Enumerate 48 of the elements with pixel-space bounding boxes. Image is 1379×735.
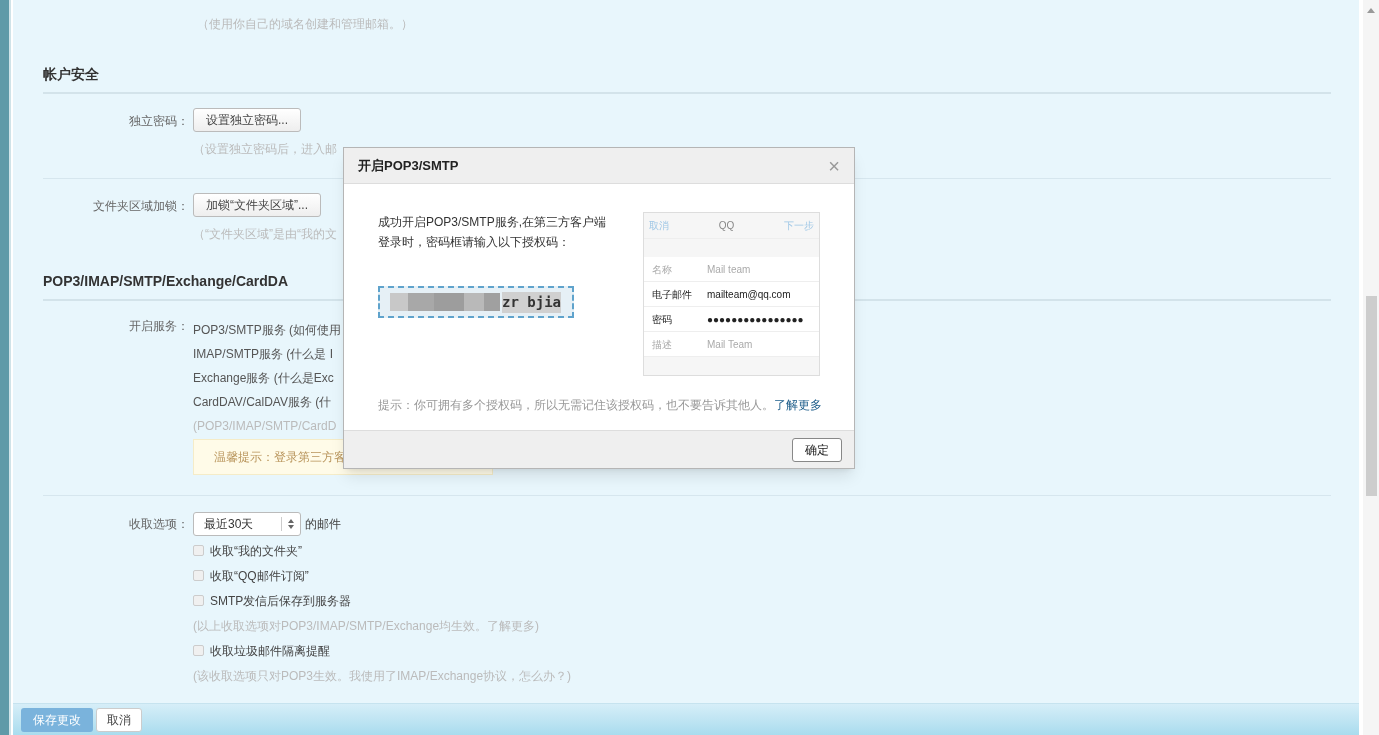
service-option: CardDAV/CalDAV服务 (什 <box>193 395 332 409</box>
preview-label: 电子邮件 <box>652 287 693 302</box>
settings-button[interactable]: 加锁“文件夹区域”... <box>193 193 321 217</box>
service-option: POP3/SMTP服务 (如何使用 <box>193 323 341 337</box>
dialog-tip: 提示：你可拥有多个授权码，所以无需记住该授权码，也不要告诉其他人。了解更多 <box>378 397 820 414</box>
ok-button[interactable]: 确定 <box>792 437 842 462</box>
hint-text: (该收取选项只对POP3生效。我使用了IMAP/Exchange协议，怎么办？) <box>193 667 572 685</box>
checkbox[interactable] <box>193 645 204 656</box>
select-suffix: 的邮件 <box>305 516 341 533</box>
dialog-title: 开启POP3/SMTP <box>358 156 460 175</box>
updown-icon <box>287 518 295 530</box>
checkbox-label: 收取“我的文件夹” <box>210 542 302 560</box>
checkbox[interactable] <box>193 595 204 606</box>
preview-cancel: 取消 <box>649 219 669 233</box>
field-label: 独立密码： <box>129 114 189 128</box>
code-text: zr bjia <box>502 291 561 313</box>
preview-value: ●●●●●●●●●●●●●●●● <box>707 312 804 327</box>
field-label: 收取选项： <box>129 517 189 531</box>
dialog-message: 成功开启POP3/SMTP服务,在第三方客户端登录时，密码框请输入以下授权码： <box>378 214 608 251</box>
scroll-thumb[interactable] <box>1365 296 1377 496</box>
section-heading: POP3/IMAP/SMTP/Exchange/CardDA <box>43 273 289 289</box>
blurred-code-icon <box>390 293 500 311</box>
preview-value: Mail Team <box>707 337 753 352</box>
settings-button[interactable]: 设置独立密码... <box>193 108 301 132</box>
scrollbar[interactable] <box>1363 0 1379 735</box>
section-heading: 帐户安全 <box>43 66 99 82</box>
preview-value: Mail team <box>707 262 751 277</box>
service-option: IMAP/SMTP服务 (什么是 I <box>193 347 333 361</box>
field-label: 文件夹区域加锁： <box>93 199 189 213</box>
preview-label: 密码 <box>652 312 673 327</box>
checkbox-label: SMTP发信后保存到服务器 <box>210 592 352 610</box>
field-label: 开启服务： <box>129 319 189 333</box>
preview-label: 名称 <box>652 262 673 277</box>
preview-title: QQ <box>718 219 735 233</box>
checkbox[interactable] <box>193 545 204 556</box>
hint-text: （使用你自己的域名创建和管理邮箱。） <box>197 17 413 31</box>
scroll-up-icon[interactable] <box>1367 8 1375 13</box>
preview-value: mailteam@qq.com <box>707 287 791 302</box>
cancel-button[interactable]: 取消 <box>96 707 142 732</box>
preview-label: 描述 <box>652 337 673 352</box>
checkbox[interactable] <box>193 570 204 581</box>
checkbox-label: 收取垃圾邮件隔离提醒 <box>210 642 330 660</box>
learn-more-link[interactable]: 了解更多 <box>774 398 822 412</box>
period-select[interactable]: 最近30天 <box>193 512 301 536</box>
checkbox-label: 收取“QQ邮件订阅” <box>210 567 309 585</box>
hint-text: （“文件夹区域”是由“我的文 <box>193 226 337 243</box>
hint-text: (POP3/IMAP/SMTP/CardD <box>193 419 337 433</box>
service-option: Exchange服务 (什么是Exc <box>193 371 334 385</box>
